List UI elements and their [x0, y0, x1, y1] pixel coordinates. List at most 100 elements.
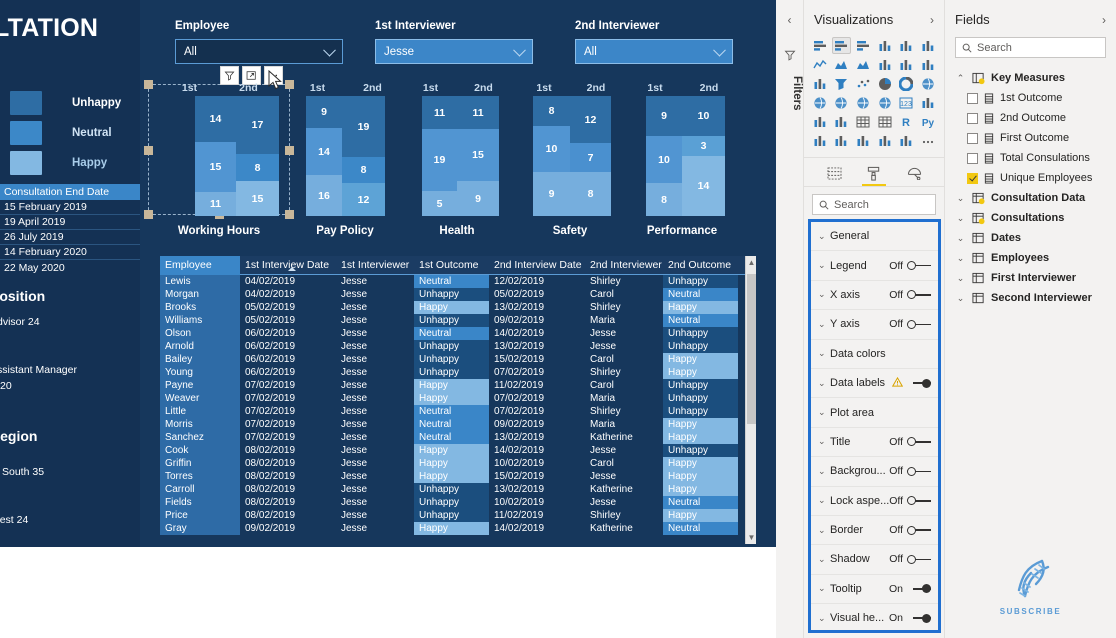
bar-segment[interactable]: 11 [457, 96, 499, 129]
bar-segment[interactable]: 19 [342, 96, 385, 157]
bar-segment[interactable]: 10 [646, 136, 682, 183]
toggle-switch[interactable] [907, 554, 931, 565]
multi-row-card-icon[interactable] [918, 94, 938, 111]
bar-segment[interactable]: 8 [646, 183, 682, 216]
bar-segment[interactable]: 3 [682, 136, 725, 156]
key-influencers-icon[interactable] [810, 132, 830, 149]
donut-chart-icon[interactable] [897, 75, 917, 92]
field-checkbox[interactable] [967, 132, 978, 144]
chevron-down-icon[interactable]: ⌄ [818, 554, 830, 565]
tab-analytics[interactable] [902, 163, 926, 183]
python-visual-icon[interactable]: Py [918, 113, 938, 130]
table-row[interactable]: Fields 08/02/2019 Jesse Unhappy 10/02/2019 Je… [160, 496, 756, 509]
table-row[interactable]: Young 06/02/2019 Jesse Unhappy 07/02/2019 Shi… [160, 366, 756, 379]
toggle-switch[interactable] [907, 319, 931, 330]
visualizations-search-input[interactable]: Search [812, 194, 936, 215]
chart-performance[interactable]: 1st 2nd 9 10 8 10 3 14 Performance [628, 82, 736, 237]
chevron-down-icon[interactable]: ⌄ [955, 213, 966, 224]
toggle-switch[interactable] [907, 466, 931, 477]
clustered-column-chart-icon[interactable] [897, 37, 917, 54]
chevron-down-icon[interactable]: ⌄ [818, 525, 830, 536]
slicer-dropdown-employee[interactable]: All [175, 39, 343, 64]
qna-icon[interactable] [853, 132, 873, 149]
slicer-icon[interactable] [832, 113, 852, 130]
chart-pay-policy[interactable]: 1st 2nd 9 14 16 19 8 12 Pay Policy [290, 82, 400, 237]
toggle-switch[interactable] [907, 583, 931, 594]
field-item-unique-employees[interactable]: Unique Employees [945, 168, 1116, 188]
field-checkbox[interactable] [967, 152, 978, 164]
table-row[interactable]: Little 07/02/2019 Jesse Neutral 07/02/2019 Sh… [160, 405, 756, 418]
column-header-1st-outcome[interactable]: 1st Outcome [414, 259, 489, 271]
table-scrollbar[interactable]: ▲ ▼ [745, 256, 756, 544]
table-row[interactable]: Bailey 06/02/2019 Jesse Unhappy 15/02/2019 Ca… [160, 353, 756, 366]
chevron-down-icon[interactable]: ⌄ [818, 289, 830, 300]
treemap-icon[interactable] [918, 75, 938, 92]
chevron-up-icon[interactable]: ⌃ [955, 73, 966, 84]
bar-segment[interactable]: 15 [195, 142, 236, 192]
decomposition-tree-icon[interactable] [832, 132, 852, 149]
visualizations-tab-strip[interactable] [804, 157, 944, 187]
filled-map-icon[interactable] [832, 94, 852, 111]
waterfall-chart-icon[interactable] [810, 75, 830, 92]
table-row[interactable]: Weaver 07/02/2019 Jesse Happy 07/02/2019 Mari… [160, 392, 756, 405]
chevron-down-icon[interactable]: ⌄ [818, 319, 830, 330]
bar-segment[interactable]: 14 [682, 156, 725, 216]
100-stacked-bar-chart-icon[interactable] [853, 37, 873, 54]
table-row[interactable]: Morris 07/02/2019 Jesse Neutral 09/02/2019 Ma… [160, 418, 756, 431]
more-visuals-icon[interactable] [918, 132, 938, 149]
bar-segment[interactable]: 14 [195, 96, 236, 142]
bar-segment[interactable]: 8 [342, 157, 385, 183]
bar-segment[interactable]: 19 [422, 129, 457, 191]
column-header-1st-interviewer[interactable]: 1st Interviewer [336, 259, 414, 271]
format-row-visual-he[interactable]: ⌄ Visual he... On [811, 604, 938, 630]
stacked-bar-chart-icon[interactable] [810, 37, 830, 54]
consultations-table[interactable]: Employee 1st Interview Date 1st Intervie… [160, 255, 756, 544]
fields-table-dates[interactable]: ⌄ Dates [945, 228, 1116, 248]
format-row-title[interactable]: ⌄ Title Off [811, 427, 938, 458]
bar-segment[interactable]: 8 [570, 172, 611, 216]
scroll-down-arrow[interactable]: ▼ [746, 531, 757, 544]
slicer-employee[interactable]: Employee All [175, 20, 343, 64]
format-row-tooltip[interactable]: ⌄ Tooltip On [811, 574, 938, 605]
format-row-plot-area[interactable]: ⌄ Plot area [811, 398, 938, 428]
bar-segment[interactable]: 14 [306, 128, 342, 175]
format-row-general[interactable]: ⌄ General [811, 222, 938, 252]
chevron-down-icon[interactable]: ⌄ [955, 293, 966, 304]
bar-segment[interactable]: 9 [646, 96, 682, 136]
expand-fields-chevron[interactable]: › [1102, 13, 1106, 27]
fields-table-employees[interactable]: ⌄ Employees [945, 248, 1116, 268]
scrollbar-thumb[interactable] [747, 274, 756, 424]
resize-handle-w[interactable] [144, 145, 153, 155]
bar-segment[interactable]: 9 [457, 181, 499, 216]
table-row[interactable]: Payne 07/02/2019 Jesse Happy 11/02/2019 Carol… [160, 379, 756, 392]
format-row-shadow[interactable]: ⌄ Shadow Off [811, 545, 938, 575]
resize-handle-sw[interactable] [144, 210, 153, 219]
bar-segment[interactable]: 11 [422, 96, 457, 129]
kpi-icon[interactable] [810, 113, 830, 130]
bar-segment[interactable]: 9 [533, 172, 570, 216]
bar-segment[interactable]: 9 [306, 96, 342, 128]
format-options-list[interactable]: ⌄ General ⌄ Legend Off ⌄ X axis Off ⌄ Y axis Off ⌄ D… [808, 219, 941, 633]
toggle-switch[interactable] [907, 613, 931, 624]
chevron-down-icon[interactable]: ⌄ [955, 273, 966, 284]
chevron-down-icon[interactable]: ⌄ [818, 260, 830, 271]
fields-tree[interactable]: ⌃ Key Measures 1st Outcome 2nd Outcome First… [945, 68, 1116, 308]
toggle-switch[interactable] [907, 378, 931, 389]
field-item-first-outcome[interactable]: First Outcome [945, 128, 1116, 148]
chevron-down-icon[interactable]: ⌄ [818, 436, 830, 447]
format-row-legend[interactable]: ⌄ Legend Off [811, 251, 938, 281]
line-clustered-column-chart-icon[interactable] [897, 56, 917, 73]
chevron-down-icon[interactable]: ⌄ [818, 231, 830, 242]
bar-segment[interactable]: 8 [533, 96, 570, 126]
line-chart-icon[interactable] [810, 56, 830, 73]
bar-segment[interactable]: 10 [533, 126, 570, 172]
table-row[interactable]: Gray 09/02/2019 Jesse Happy 14/02/2019 Kather… [160, 522, 756, 535]
matrix-icon[interactable] [875, 113, 895, 130]
fields-table-consultations[interactable]: ⌄ Consultations [945, 208, 1116, 228]
field-item-2nd-outcome[interactable]: 2nd Outcome [945, 108, 1116, 128]
table-row[interactable]: Arnold 06/02/2019 Jesse Unhappy 13/02/2019 Je… [160, 340, 756, 353]
bar-segment[interactable]: 17 [236, 96, 279, 154]
table-row[interactable]: Olson 06/02/2019 Jesse Neutral 14/02/2019 Jes… [160, 327, 756, 340]
toggle-switch[interactable] [907, 495, 931, 506]
arcgis-map-icon[interactable] [875, 94, 895, 111]
